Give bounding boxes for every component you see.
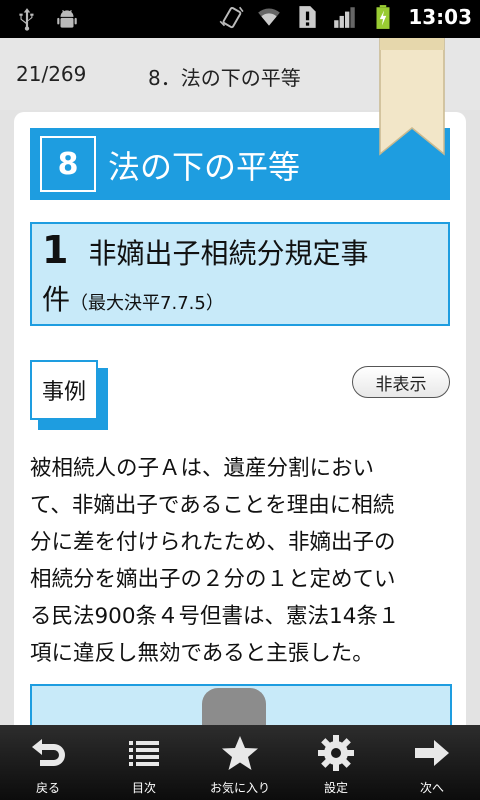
wifi-icon [258,8,281,26]
body-line: て、非嫡出子であることを理由に相続 [30,493,395,518]
toolbar-label: 次へ [419,781,444,795]
battery-charging-icon [376,5,390,29]
toolbar-toc-button[interactable]: 目次 [96,725,192,800]
toolbar-label: 戻る [35,781,60,795]
page-counter: 21/269 [16,62,87,86]
section-tag: 事例 [30,360,108,430]
case-title-line2: 件 [42,283,71,316]
toolbar-settings-button[interactable]: 設定 [288,725,384,800]
case-heading: 1 非嫡出子相続分規定事 件（最大決平7.7.5） [30,222,450,326]
clock: 13:03 [408,5,472,29]
body-line: 相続分を嫡出子の２分の１と定めてい [30,567,396,592]
content-card[interactable]: 8 法の下の平等 1 非嫡出子相続分規定事 件（最大決平7.7.5） 事例 非表示… [14,112,466,752]
case-number: 1 [42,228,69,272]
status-bar: 13:03 [0,0,480,38]
body-line: 項に違反し無効であると主張した。 [30,641,374,666]
header-chapter-title: 8．法の下の平等 [148,66,301,90]
case-body-text: 被相続人の子Ａは、遺産分割におい て、非嫡出子であることを理由に相続 分に差を付… [30,450,450,672]
signal-icon [334,7,356,28]
list-icon [129,741,159,766]
toolbar-next-button[interactable]: 次へ [384,725,480,800]
gear-icon [318,735,354,771]
bookmark-ribbon-icon[interactable] [378,38,446,156]
chapter-banner-title: 法の下の平等 [108,148,301,186]
hide-button[interactable]: 非表示 [352,366,450,398]
alert-icon [299,6,316,28]
android-debug-icon [57,9,77,28]
toolbar-label: お気に入り [209,781,270,795]
bottom-toolbar: 戻る 目次 お気に入り 設定 次へ [0,725,480,800]
forward-arrow-icon [415,740,449,766]
case-title-line1: 非嫡出子相続分規定事 [88,237,369,270]
section-tag-label: 事例 [30,360,98,420]
body-line: る民法900条４号但書は、憲法14条１ [30,604,400,629]
toolbar-label: 目次 [131,781,156,795]
toolbar-favorites-button[interactable]: お気に入り [192,725,288,800]
body-line: 分に差を付けられたため、非嫡出子の [30,530,396,555]
case-citation: （最大決平7.7.5） [70,293,224,314]
toolbar-label: 設定 [323,781,348,795]
usb-icon [19,8,34,31]
back-arrow-icon [32,739,65,766]
vibrate-icon [219,6,244,29]
star-icon [222,736,258,770]
chapter-number: 8 [40,136,96,192]
body-line: 被相続人の子Ａは、遺産分割におい [30,456,375,481]
toolbar-back-button[interactable]: 戻る [0,725,96,800]
